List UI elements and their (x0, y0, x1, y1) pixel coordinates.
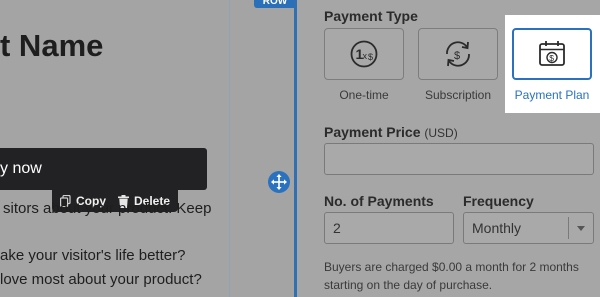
currency-label: (USD) (424, 126, 458, 140)
row-badge[interactable]: ROW (254, 0, 296, 8)
frequency-select-value: Monthly (472, 220, 522, 236)
cta-text[interactable]: y now (0, 160, 42, 178)
page-editor-canvas: t Name y now Copy Delete sitors about yo… (0, 0, 229, 297)
body-text-line[interactable]: ake your visitor's life better? (0, 247, 185, 264)
calendar-dollar-icon: $ (539, 41, 565, 66)
svg-text:$: $ (368, 52, 373, 62)
one-time-dollar-icon: 1 x $ (350, 40, 378, 68)
payment-type-payment-plan-label[interactable]: Payment Plan (507, 88, 597, 102)
frequency-select[interactable]: Monthly (463, 212, 594, 244)
move-arrows-icon (271, 174, 287, 190)
frequency-label: Frequency (463, 193, 534, 209)
payment-settings-panel: Payment Type 1 x $ $ $ One-time Subscrip… (297, 0, 600, 297)
svg-text:x: x (363, 51, 368, 61)
layout-column-gap (229, 0, 298, 297)
payment-type-subscription[interactable]: $ (418, 28, 498, 80)
svg-text:$: $ (454, 50, 460, 62)
number-of-payments-input[interactable]: 2 (324, 212, 454, 244)
payment-price-label: Payment Price (USD) (324, 124, 458, 140)
chevron-down-icon[interactable] (577, 226, 585, 231)
cta-text-block[interactable]: y now (0, 148, 207, 190)
payment-type-payment-plan[interactable]: $ (512, 28, 592, 80)
payment-type-subscription-label[interactable]: Subscription (413, 88, 503, 102)
number-of-payments-label: No. of Payments (324, 193, 434, 209)
payment-type-label: Payment Type (324, 8, 418, 24)
svg-text:$: $ (549, 53, 554, 63)
product-name-heading[interactable]: t Name (0, 28, 103, 64)
recurring-dollar-icon: $ (446, 41, 470, 67)
body-text-line[interactable]: love most about your product? (0, 271, 202, 288)
payment-price-label-text: Payment Price (324, 124, 421, 140)
payment-type-one-time-label[interactable]: One-time (319, 88, 409, 102)
payment-price-input[interactable] (324, 143, 594, 175)
payment-plan-help-text: Buyers are charged $0.00 a month for 2 m… (324, 260, 579, 292)
payment-type-one-time[interactable]: 1 x $ (324, 28, 404, 80)
body-text-line[interactable]: sitors about your product. Keep (3, 200, 211, 217)
move-handle[interactable] (268, 171, 290, 193)
select-divider (568, 217, 569, 239)
